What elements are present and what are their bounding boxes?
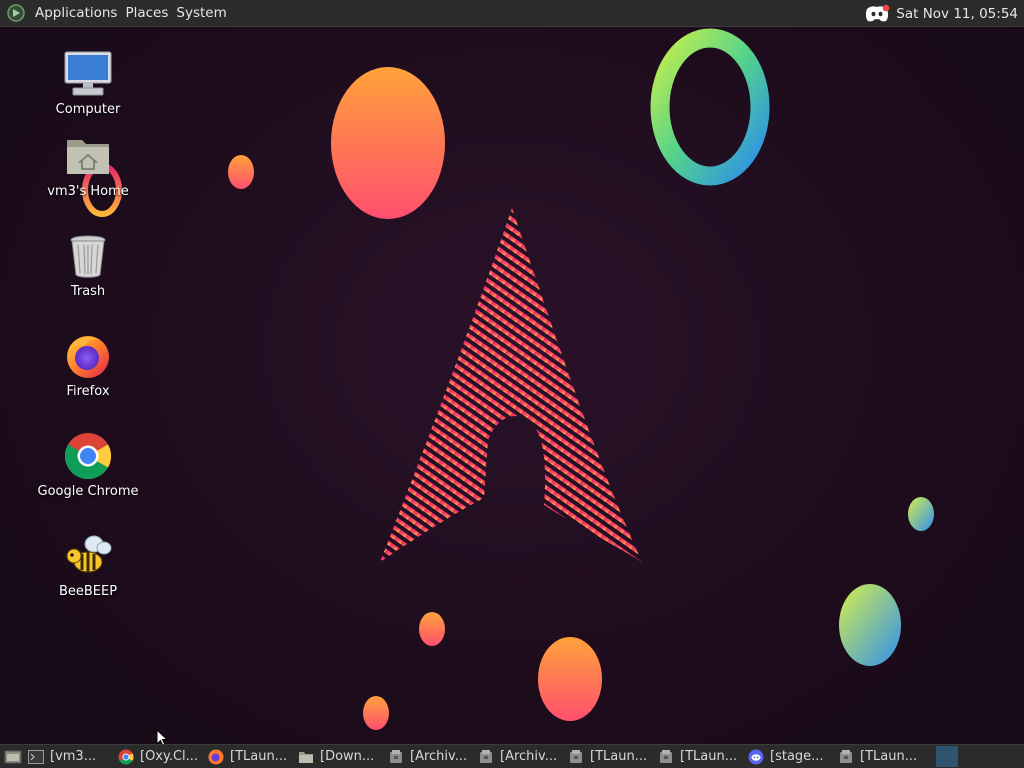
panel-tray: Sat Nov 11, 05:54 <box>864 0 1024 27</box>
taskbar-item[interactable]: [Down... <box>298 746 384 768</box>
taskbar-item-label: [TLaun... <box>230 749 288 764</box>
taskbar-item[interactable]: [TLaun... <box>208 746 294 768</box>
archive-icon <box>478 749 494 765</box>
taskbar-item[interactable]: [stage... <box>748 746 834 768</box>
desktop-icon-beebeep[interactable]: BeeBEEP <box>33 530 143 599</box>
taskbar-item-label: [TLaun... <box>680 749 738 764</box>
beebeep-icon <box>62 530 114 582</box>
desktop-icon-label: Computer <box>55 102 121 117</box>
taskbar-item-label: [vm3... <box>50 749 97 764</box>
desktop-icon-label: vm3's Home <box>47 184 129 199</box>
firefox-icon <box>62 330 114 382</box>
desktop-icon-label: Trash <box>70 284 106 299</box>
chrome-icon <box>118 749 134 765</box>
show-desktop-icon[interactable] <box>2 746 24 768</box>
trash-icon <box>62 230 114 282</box>
taskbar-item[interactable]: [vm3... <box>28 746 114 768</box>
discord-icon[interactable] <box>864 4 890 24</box>
wallpaper-art <box>82 28 934 730</box>
taskbar-item-label: [Down... <box>320 749 375 764</box>
taskbar-item-label: [Archiv... <box>500 749 558 764</box>
workspace-switcher[interactable] <box>936 746 958 767</box>
chrome-icon <box>62 430 114 482</box>
folder-icon <box>298 749 314 765</box>
taskbar-item[interactable]: [TLaun... <box>568 746 654 768</box>
desktop-icon-label: BeeBEEP <box>58 584 118 599</box>
desktop-wallpaper <box>0 0 1024 768</box>
taskbar-item-label: [TLaun... <box>590 749 648 764</box>
computer-icon <box>62 48 114 100</box>
archive-icon <box>658 749 674 765</box>
desktop-icon-computer[interactable]: Computer <box>33 48 143 117</box>
top-panel: Applications Places System Sat Nov 11, 0… <box>0 0 1024 27</box>
desktop-icon-firefox[interactable]: Firefox <box>33 330 143 399</box>
desktop-icon-trash[interactable]: Trash <box>33 230 143 299</box>
firefox-icon <box>208 749 224 765</box>
clock[interactable]: Sat Nov 11, 05:54 <box>896 6 1024 22</box>
menu-applications[interactable]: Applications <box>31 0 121 27</box>
taskbar-item-label: [TLaun... <box>860 749 918 764</box>
terminal-icon <box>28 749 44 765</box>
discord-icon <box>748 749 764 765</box>
taskbar-item-label: [stage... <box>770 749 824 764</box>
taskbar-item[interactable]: [TLaun... <box>838 746 924 768</box>
desktop-icon-label: Google Chrome <box>37 484 139 499</box>
taskbar-item[interactable]: [TLaun... <box>658 746 744 768</box>
desktop-icon-home[interactable]: vm3's Home <box>33 130 143 199</box>
archive-icon <box>568 749 584 765</box>
menu-places[interactable]: Places <box>121 0 172 27</box>
taskbar-item[interactable]: [Archiv... <box>478 746 564 768</box>
distro-menu-icon[interactable] <box>5 3 26 24</box>
desktop-icon-label: Firefox <box>66 384 110 399</box>
archive-icon <box>388 749 404 765</box>
desktop-icon-chrome[interactable]: Google Chrome <box>33 430 143 499</box>
home-folder-icon <box>62 130 114 182</box>
bottom-panel: [vm3... [Oxy.Cl... [TLaun... [Down... [A… <box>0 744 1024 768</box>
taskbar-item-label: [Archiv... <box>410 749 468 764</box>
archive-icon <box>838 749 854 765</box>
taskbar-item-label: [Oxy.Cl... <box>140 749 199 764</box>
taskbar-item[interactable]: [Archiv... <box>388 746 474 768</box>
menu-system[interactable]: System <box>172 0 230 27</box>
taskbar-item[interactable]: [Oxy.Cl... <box>118 746 204 768</box>
